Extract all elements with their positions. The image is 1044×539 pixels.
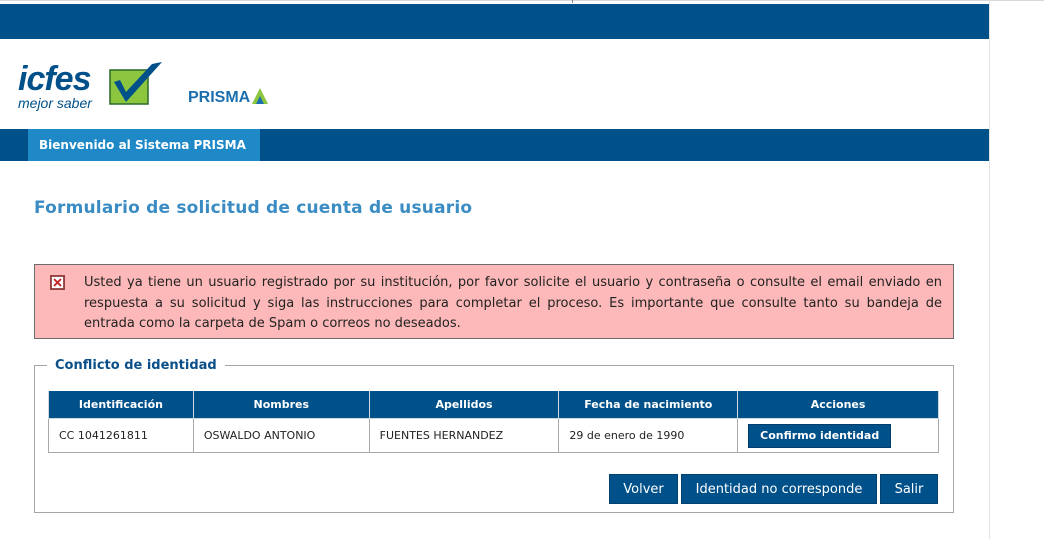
tab-bienvenido[interactable]: Bienvenido al Sistema PRISMA xyxy=(28,129,260,161)
salir-button[interactable]: Salir xyxy=(880,474,938,504)
column-header-acciones: Acciones xyxy=(737,391,939,419)
page-right-border xyxy=(989,0,990,539)
close-icon xyxy=(50,275,65,290)
cell-acciones: Confirmo identidad xyxy=(737,418,939,453)
conflict-legend: Conflicto de identidad xyxy=(55,358,217,373)
alert-message: Usted ya tiene un usuario registrado por… xyxy=(84,275,942,331)
column-header-nombres: Nombres xyxy=(192,391,370,419)
window-top-marker xyxy=(572,0,573,3)
icfes-logo: icfes mejor saber xyxy=(18,60,162,111)
cell-identificacion: CC 1041261811 xyxy=(48,418,194,453)
identity-mismatch-button[interactable]: Identidad no corresponde xyxy=(681,474,877,504)
window-top-border xyxy=(0,0,1044,1)
confirm-identity-button[interactable]: Confirmo identidad xyxy=(748,423,892,448)
column-header-fecha: Fecha de nacimiento xyxy=(558,391,739,419)
cell-nombres: OSWALDO ANTONIO xyxy=(192,418,370,453)
cell-fecha: 29 de enero de 1990 xyxy=(558,418,739,453)
volver-button[interactable]: Volver xyxy=(609,474,678,504)
icfes-logo-tagline: mejor saber xyxy=(18,95,93,111)
top-banner xyxy=(0,4,989,39)
cell-apellidos: FUENTES HERNANDEZ xyxy=(368,418,560,453)
prisma-logo: PRISMA xyxy=(188,88,268,106)
error-alert: Usted ya tiene un usuario registrado por… xyxy=(34,264,954,339)
column-header-identificacion: Identificación xyxy=(48,391,194,419)
table-row: CC 1041261811 OSWALDO ANTONIO FUENTES HE… xyxy=(48,418,939,453)
icfes-logo-text: icfes xyxy=(18,60,91,98)
column-header-apellidos: Apellidos xyxy=(368,391,560,419)
table-header-row: Identificación Nombres Apellidos Fecha d… xyxy=(48,391,939,419)
prisma-logo-text: PRISMA xyxy=(188,89,251,106)
identity-table: Identificación Nombres Apellidos Fecha d… xyxy=(48,391,939,453)
page-title: Formulario de solicitud de cuenta de usu… xyxy=(34,198,473,218)
